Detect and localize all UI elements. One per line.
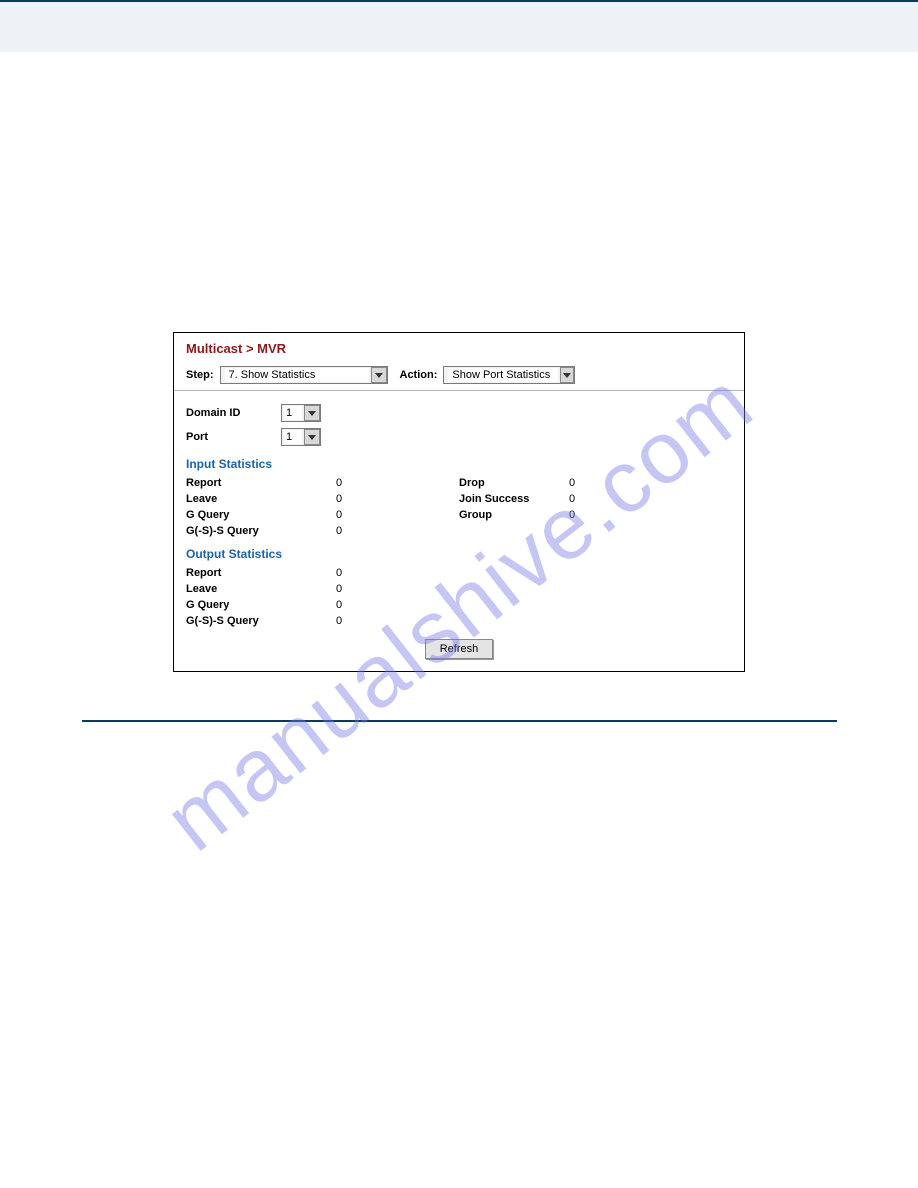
action-select-value: Show Port Statistics	[448, 368, 557, 382]
stat-row: G Query 0	[186, 597, 459, 613]
domain-id-select[interactable]: 1	[281, 404, 321, 422]
stat-row: Leave 0	[186, 491, 459, 507]
input-statistics-grid: Report 0 Leave 0 G Query 0 G(-S)-S Query…	[174, 475, 744, 539]
breadcrumb: Multicast > MVR	[174, 333, 744, 362]
action-select[interactable]: Show Port Statistics	[443, 366, 575, 384]
port-label: Port	[186, 431, 281, 443]
chevron-down-icon	[560, 367, 575, 383]
stat-label: Report	[186, 477, 336, 489]
input-statistics-heading: Input Statistics	[174, 449, 744, 475]
stat-label: G(-S)-S Query	[186, 615, 336, 627]
stat-row: G Query 0	[186, 507, 459, 523]
stat-row: G(-S)-S Query 0	[186, 613, 459, 629]
step-select[interactable]: 7. Show Statistics	[220, 366, 388, 384]
refresh-button[interactable]: Refresh	[425, 639, 494, 659]
stat-value: 0	[569, 509, 599, 521]
stat-label: G(-S)-S Query	[186, 525, 336, 537]
step-label: Step:	[186, 369, 214, 381]
stat-label: G Query	[186, 599, 336, 611]
stat-row: G(-S)-S Query 0	[186, 523, 459, 539]
divider	[82, 720, 837, 722]
domain-id-label: Domain ID	[186, 407, 281, 419]
mvr-panel: Multicast > MVR Step: 7. Show Statistics…	[173, 332, 745, 672]
stat-row: Join Success 0	[459, 491, 732, 507]
page-header-band	[0, 0, 918, 52]
port-row: Port 1	[174, 425, 744, 449]
chevron-down-icon	[371, 367, 386, 383]
output-statistics-grid: Report 0 Leave 0 G Query 0 G(-S)-S Query…	[174, 565, 744, 629]
stat-label: Join Success	[459, 493, 569, 505]
stat-label: Report	[186, 567, 336, 579]
domain-id-row: Domain ID 1	[174, 401, 744, 425]
stat-value: 0	[336, 477, 366, 489]
chevron-down-icon	[304, 405, 320, 421]
stat-value: 0	[336, 583, 366, 595]
stat-label: Leave	[186, 583, 336, 595]
step-select-value: 7. Show Statistics	[225, 368, 370, 382]
stat-row: Group 0	[459, 507, 732, 523]
stat-value: 0	[336, 567, 366, 579]
stat-value: 0	[336, 493, 366, 505]
output-statistics-heading: Output Statistics	[174, 539, 744, 565]
stat-label: Group	[459, 509, 569, 521]
stat-row: Drop 0	[459, 475, 732, 491]
stat-label: Leave	[186, 493, 336, 505]
stat-label: Drop	[459, 477, 569, 489]
stat-label: G Query	[186, 509, 336, 521]
action-label: Action:	[400, 369, 438, 381]
domain-id-value: 1	[284, 406, 302, 420]
stat-value: 0	[569, 477, 599, 489]
filter-bar: Step: 7. Show Statistics Action: Show Po…	[174, 362, 744, 391]
stat-value: 0	[336, 525, 366, 537]
stat-value: 0	[336, 615, 366, 627]
stat-row: Report 0	[186, 565, 459, 581]
stat-row: Report 0	[186, 475, 459, 491]
stat-value: 0	[569, 493, 599, 505]
stat-value: 0	[336, 509, 366, 521]
port-value: 1	[284, 430, 302, 444]
port-select[interactable]: 1	[281, 428, 321, 446]
stat-row: Leave 0	[186, 581, 459, 597]
chevron-down-icon	[304, 429, 320, 445]
stat-value: 0	[336, 599, 366, 611]
